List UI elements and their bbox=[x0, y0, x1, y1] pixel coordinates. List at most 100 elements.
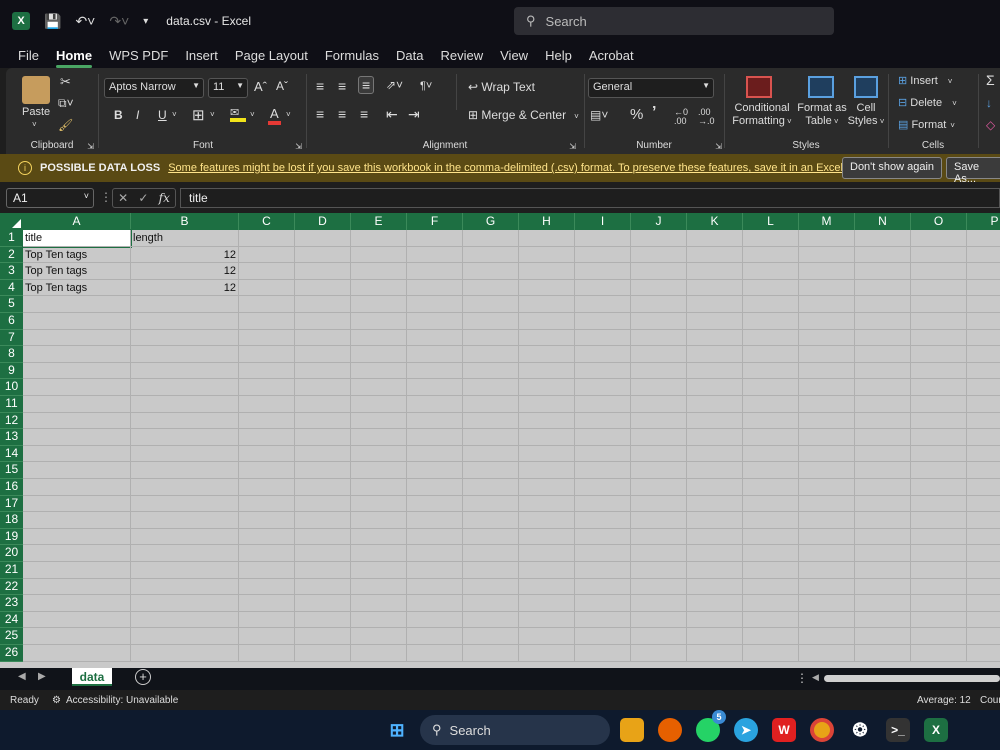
scroll-left-icon[interactable]: ◀ bbox=[18, 671, 26, 682]
grid-cell[interactable] bbox=[131, 611, 239, 629]
clipboard-launcher-icon[interactable]: ⇲ bbox=[87, 142, 94, 151]
grid-cell[interactable]: Top Ten tags bbox=[23, 246, 131, 264]
fill-dropdown-icon[interactable]: ˅ bbox=[250, 110, 255, 119]
grid-cell[interactable] bbox=[799, 362, 855, 380]
grid-cell[interactable] bbox=[911, 313, 967, 330]
grid-cell[interactable] bbox=[407, 362, 463, 380]
grid-cell[interactable] bbox=[407, 645, 463, 662]
grid-cell[interactable] bbox=[407, 479, 463, 496]
grid-cell[interactable] bbox=[967, 628, 1000, 645]
grid-cell[interactable]: title bbox=[22, 229, 132, 248]
grid-cell[interactable] bbox=[131, 313, 239, 330]
grid-cell[interactable] bbox=[407, 296, 463, 313]
grid-cell[interactable] bbox=[631, 329, 687, 347]
grid-cell[interactable] bbox=[351, 279, 407, 297]
grid-cell[interactable] bbox=[131, 479, 239, 496]
grid-cell[interactable] bbox=[631, 296, 687, 313]
grid-cell[interactable] bbox=[855, 628, 911, 645]
grid-cell[interactable] bbox=[351, 479, 407, 496]
column-header[interactable]: K bbox=[687, 213, 743, 230]
grid-cell[interactable]: 12 bbox=[131, 246, 239, 264]
grid-cell[interactable] bbox=[239, 313, 295, 330]
row-header[interactable]: 4 bbox=[0, 279, 23, 297]
grid-cell[interactable] bbox=[519, 562, 575, 579]
grid-cell[interactable] bbox=[687, 595, 743, 612]
grid-cell[interactable] bbox=[23, 296, 131, 313]
grid-cell[interactable] bbox=[131, 512, 239, 529]
grid-cell[interactable] bbox=[799, 230, 855, 247]
grid-cell[interactable] bbox=[239, 296, 295, 313]
cell-styles-button[interactable]: Cell Styles ˅ bbox=[846, 102, 886, 128]
align-middle-icon[interactable]: ≡ bbox=[338, 78, 346, 94]
grid-cell[interactable] bbox=[351, 296, 407, 313]
grid-cell[interactable] bbox=[911, 479, 967, 496]
grid-cell[interactable] bbox=[239, 628, 295, 645]
whatsapp-icon[interactable]: 5 bbox=[696, 710, 726, 742]
formula-input[interactable]: title bbox=[180, 188, 1000, 208]
grid-cell[interactable] bbox=[575, 545, 631, 562]
number-launcher-icon[interactable]: ⇲ bbox=[715, 142, 722, 151]
grid-cell[interactable]: 12 bbox=[131, 263, 239, 280]
grid-cell[interactable] bbox=[687, 263, 743, 280]
tab-page-layout[interactable]: Page Layout bbox=[235, 48, 308, 63]
grid-cell[interactable] bbox=[295, 412, 351, 430]
alignment-launcher-icon[interactable]: ⇲ bbox=[569, 142, 576, 151]
tab-formulas[interactable]: Formulas bbox=[325, 48, 379, 63]
grid-cell[interactable] bbox=[407, 445, 463, 463]
grid-cell[interactable] bbox=[911, 562, 967, 579]
grid-cell[interactable] bbox=[743, 595, 799, 612]
row-header[interactable]: 23 bbox=[0, 595, 23, 612]
accessibility-icon[interactable]: ⚙ bbox=[52, 695, 61, 706]
grid-cell[interactable] bbox=[575, 429, 631, 446]
decrease-indent-icon[interactable]: ⇤ bbox=[386, 106, 398, 123]
grid-cell[interactable] bbox=[631, 628, 687, 645]
grid-cell[interactable] bbox=[855, 645, 911, 662]
tab-wps-pdf[interactable]: WPS PDF bbox=[109, 48, 168, 63]
comma-style-icon[interactable]: ’ bbox=[652, 104, 656, 122]
grid-cell[interactable] bbox=[967, 313, 1000, 330]
grid-cell[interactable] bbox=[575, 313, 631, 330]
shrink-font-button[interactable]: Aˇ bbox=[276, 79, 288, 93]
grid-cell[interactable] bbox=[631, 412, 687, 430]
grid-cell[interactable] bbox=[519, 578, 575, 596]
grid-cell[interactable] bbox=[239, 362, 295, 380]
align-bottom-icon[interactable]: ≡ bbox=[358, 76, 375, 94]
grid-cell[interactable] bbox=[911, 362, 967, 380]
grid-cell[interactable] bbox=[687, 379, 743, 396]
row-header[interactable]: 8 bbox=[0, 346, 23, 363]
column-header[interactable]: C bbox=[239, 213, 295, 230]
grid-cell[interactable] bbox=[631, 595, 687, 612]
grid-cell[interactable] bbox=[631, 362, 687, 380]
row-header[interactable]: 15 bbox=[0, 462, 23, 479]
grid-cell[interactable] bbox=[407, 329, 463, 347]
grid-cell[interactable] bbox=[131, 296, 239, 313]
grid-cell[interactable] bbox=[687, 230, 743, 247]
grid-cell[interactable] bbox=[743, 362, 799, 380]
grid-cell[interactable] bbox=[463, 462, 519, 479]
grid-cell[interactable] bbox=[351, 246, 407, 264]
grid-cell[interactable] bbox=[463, 246, 519, 264]
grid-cell[interactable] bbox=[519, 479, 575, 496]
grid-cell[interactable] bbox=[407, 595, 463, 612]
grid-cell[interactable] bbox=[295, 562, 351, 579]
paste-button[interactable]: Paste bbox=[22, 106, 50, 118]
grid-cell[interactable] bbox=[239, 445, 295, 463]
grid-cell[interactable] bbox=[911, 462, 967, 479]
grid-cell[interactable] bbox=[911, 379, 967, 396]
grid-cell[interactable] bbox=[687, 396, 743, 413]
row-header[interactable]: 1 bbox=[0, 230, 23, 247]
grid-cell[interactable] bbox=[23, 578, 131, 596]
grid-cell[interactable] bbox=[631, 263, 687, 280]
row-header[interactable]: 12 bbox=[0, 412, 23, 430]
italic-button[interactable]: I bbox=[136, 108, 139, 122]
insert-cells-button[interactable]: ⊞ Insert ˅ bbox=[898, 74, 952, 87]
grid-cell[interactable] bbox=[687, 313, 743, 330]
grid-cell[interactable] bbox=[967, 579, 1000, 596]
grid-cell[interactable] bbox=[519, 279, 575, 297]
grid-cell[interactable] bbox=[799, 412, 855, 430]
grid-cell[interactable] bbox=[131, 528, 239, 546]
grid-cell[interactable] bbox=[407, 279, 463, 297]
grid-cell[interactable] bbox=[799, 578, 855, 596]
grid-cell[interactable] bbox=[743, 230, 799, 247]
grid-cell[interactable] bbox=[631, 346, 687, 363]
